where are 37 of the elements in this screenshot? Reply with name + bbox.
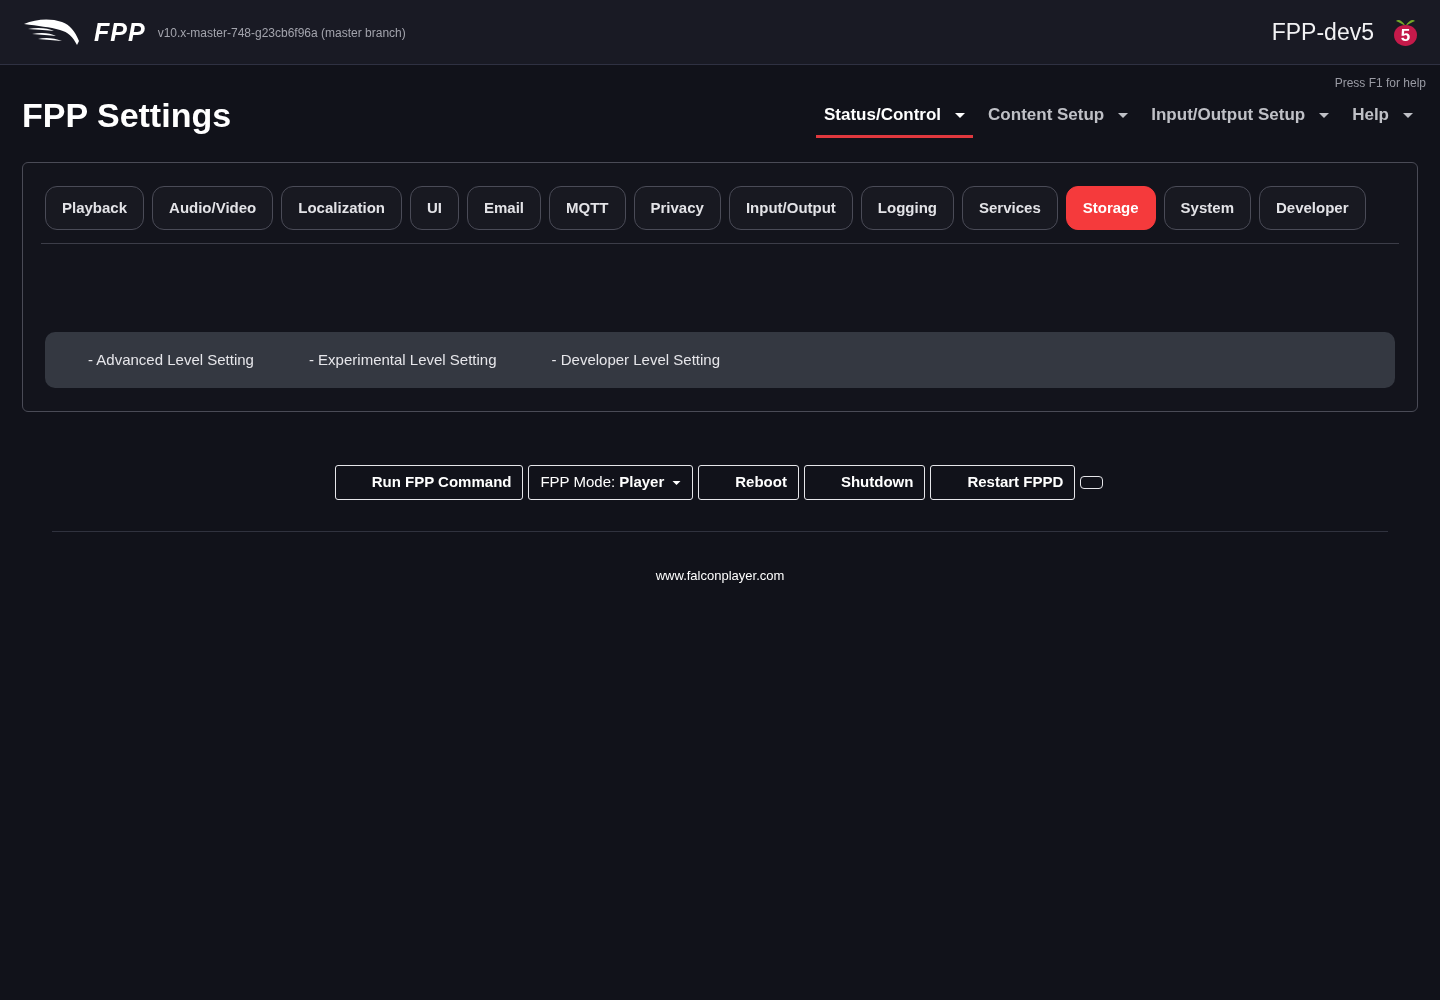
hostname-text: FPP-dev5 [1271, 17, 1374, 47]
settings-tab[interactable]: Logging [860, 186, 954, 230]
settings-tab[interactable]: Services [962, 186, 1058, 230]
caret-icon [955, 112, 966, 118]
caret-icon [1403, 112, 1413, 118]
help-hint: Press F1 for help [1334, 77, 1426, 89]
nav-menu[interactable]: Status/Control [816, 92, 974, 138]
settings-tab[interactable]: Input/Output [728, 186, 853, 230]
nav-menu[interactable]: Help [1344, 92, 1421, 138]
page-title: FPP Settings [22, 98, 232, 132]
settings-tab[interactable]: Developer [1259, 186, 1366, 230]
settings-tab[interactable]: Privacy [633, 186, 721, 230]
settings-tab[interactable]: Localization [281, 186, 402, 230]
caret-icon [672, 480, 682, 485]
settings-tab[interactable]: Email [466, 186, 541, 230]
legend-text: - Experimental Level Setting [308, 349, 497, 370]
footer-link[interactable]: www.falconplayer.com [655, 566, 785, 586]
settings-tab[interactable]: Playback [45, 186, 145, 230]
nav-menu[interactable]: Input/Output Setup [1143, 92, 1338, 138]
settings-tab[interactable]: Audio/Video [152, 186, 274, 230]
mode-dropdown[interactable]: FPP Mode: Player [528, 465, 694, 500]
settings-tab[interactable]: MQTT [549, 186, 626, 230]
empty-button[interactable] [1080, 476, 1104, 489]
legend-text: - Developer Level Setting [551, 349, 720, 370]
version-text: v10.x-master-748-g23cb6f96a (master branch) [157, 25, 406, 42]
command-button[interactable]: Shutdown [803, 465, 926, 500]
settings-tab[interactable]: System [1163, 186, 1251, 230]
command-button[interactable]: Reboot [698, 465, 799, 500]
logo-text: FPP [94, 19, 146, 45]
settings-tab[interactable]: Storage [1065, 186, 1156, 230]
legend-text: - Advanced Level Setting [88, 349, 254, 370]
caret-icon [1118, 112, 1129, 118]
command-button[interactable]: Run FPP Command [334, 465, 524, 500]
command-button[interactable]: Restart FPPD [930, 465, 1076, 500]
caret-icon [1319, 112, 1330, 118]
nav-menu[interactable]: Content Setup [980, 92, 1137, 138]
settings-tab[interactable]: UI [409, 186, 459, 230]
